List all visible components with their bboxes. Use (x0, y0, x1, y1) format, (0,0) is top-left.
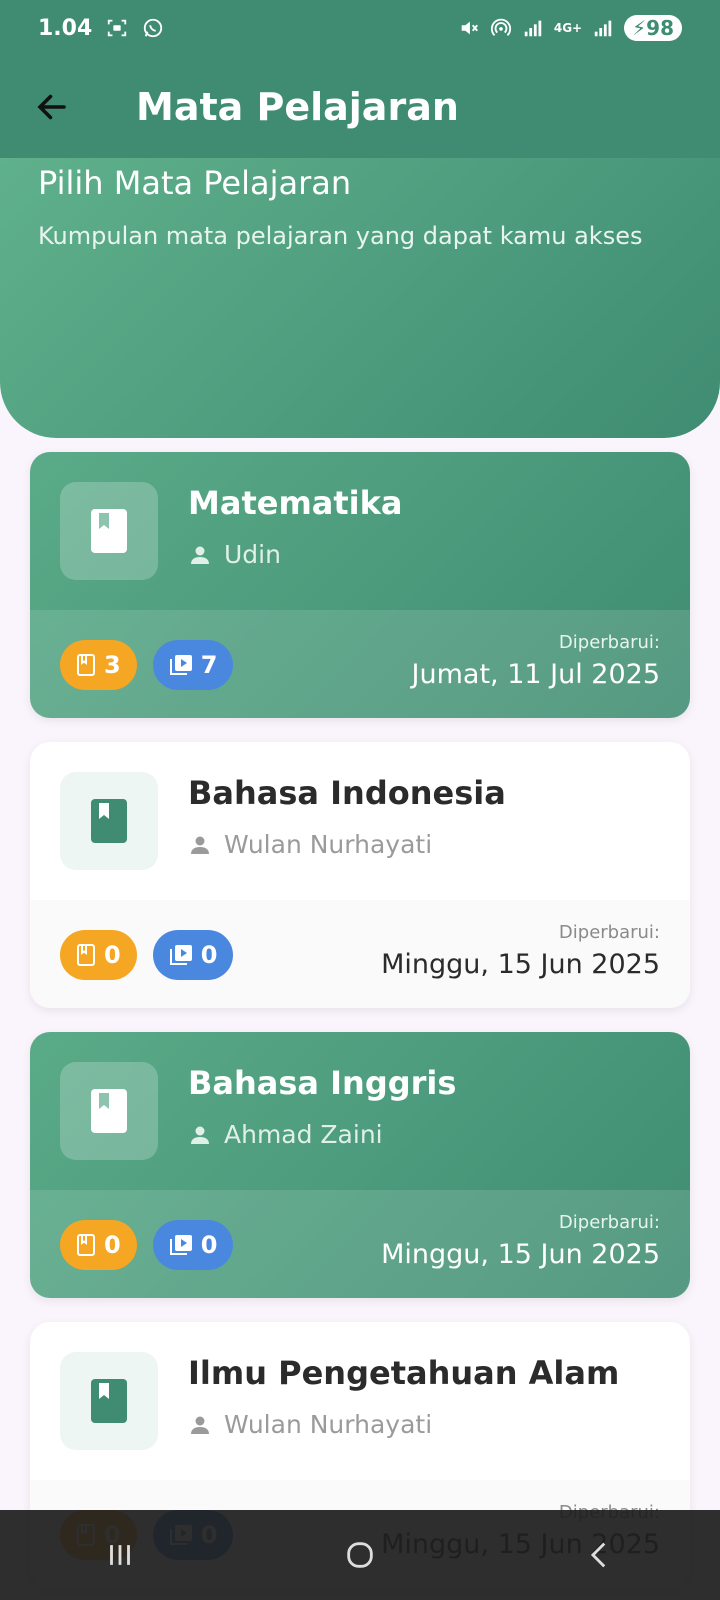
subject-name: Matematika (188, 484, 403, 522)
video-library-icon (169, 945, 192, 965)
screenshot-icon (108, 19, 127, 37)
updated-date: Jumat, 11 Jul 2025 (411, 659, 660, 690)
materials-count-badge: 3 (60, 640, 137, 690)
home-icon (347, 1542, 373, 1568)
status-bar: 1.04 4G+ ⚡98 (0, 0, 720, 56)
app-bar: Mata Pelajaran (0, 56, 720, 158)
recent-apps-icon (110, 1545, 130, 1565)
battery-indicator: ⚡98 (624, 15, 682, 41)
subject-card-footer: 3 7 Diperbarui: Jumat, 11 Jul 2025 (30, 610, 690, 718)
videos-count-badge: 7 (152, 640, 234, 690)
signal-icon-2 (594, 20, 612, 37)
videos-count: 0 (200, 1231, 218, 1259)
subject-name: Bahasa Inggris (188, 1064, 457, 1102)
subject-icon-box (60, 482, 158, 580)
materials-count: 0 (104, 941, 121, 969)
person-icon (191, 1126, 209, 1144)
teacher-row: Udin (188, 540, 281, 569)
subject-name: Ilmu Pengetahuan Alam (188, 1354, 620, 1392)
subject-card-header: Ilmu Pengetahuan Alam Wulan Nurhayati (30, 1322, 690, 1480)
bookmark-icon (77, 944, 95, 966)
teacher-row: Wulan Nurhayati (188, 1410, 432, 1439)
videos-count-badge: 0 (152, 1220, 234, 1270)
book-icon (91, 1379, 127, 1423)
subject-card-header: Bahasa Indonesia Wulan Nurhayati (30, 742, 690, 900)
materials-count: 3 (104, 651, 121, 679)
subject-card[interactable]: Bahasa Indonesia Wulan Nurhayati 0 0 Dip… (30, 742, 690, 1008)
materials-count-badge: 0 (60, 930, 137, 980)
teacher-name: Ahmad Zaini (224, 1120, 383, 1149)
teacher-row: Wulan Nurhayati (188, 830, 432, 859)
subject-icon-box (60, 772, 158, 870)
bookmark-icon (77, 1234, 95, 1256)
video-library-icon (169, 655, 192, 675)
materials-count-badge: 0 (60, 1220, 137, 1270)
hero-subtitle: Kumpulan mata pelajaran yang dapat kamu … (38, 222, 643, 250)
home-button[interactable] (320, 1525, 400, 1585)
page-title: Mata Pelajaran (136, 85, 459, 129)
person-icon (191, 546, 209, 564)
teacher-name: Wulan Nurhayati (224, 1410, 433, 1439)
person-icon (191, 836, 209, 854)
book-icon (91, 799, 127, 843)
subject-card-footer: 0 0 Diperbarui: Minggu, 15 Jun 2025 (30, 1190, 690, 1298)
subject-icon-box (60, 1062, 158, 1160)
book-icon (91, 509, 127, 553)
chevron-left-icon (590, 1542, 606, 1568)
battery-level: 98 (646, 16, 674, 40)
updated-info: Diperbarui: Minggu, 15 Jun 2025 (381, 922, 660, 980)
hotspot-icon (490, 18, 511, 36)
mute-icon (461, 21, 478, 35)
materials-count: 0 (104, 1231, 121, 1259)
subject-card[interactable]: Bahasa Inggris Ahmad Zaini 0 0 Diperbaru… (30, 1032, 690, 1298)
teacher-row: Ahmad Zaini (188, 1120, 383, 1149)
signal-icon (524, 20, 542, 37)
person-icon (191, 1416, 209, 1434)
updated-label: Diperbarui: (558, 632, 660, 653)
bookmark-icon (77, 654, 95, 676)
videos-count: 7 (200, 651, 218, 679)
recent-apps-button[interactable] (80, 1525, 160, 1585)
updated-info: Diperbarui: Minggu, 15 Jun 2025 (381, 1212, 660, 1270)
subject-card-footer: 0 0 Diperbarui: Minggu, 15 Jun 2025 (30, 900, 690, 1008)
updated-date: Minggu, 15 Jun 2025 (381, 1239, 660, 1270)
teacher-name: Udin (224, 540, 281, 569)
arrow-left-icon (37, 94, 66, 120)
videos-count: 0 (200, 941, 218, 969)
book-icon (91, 1089, 127, 1133)
videos-count-badge: 0 (152, 930, 234, 980)
subject-card-header: Matematika Udin (30, 452, 690, 610)
video-library-icon (169, 1235, 192, 1255)
system-back-button[interactable] (560, 1525, 640, 1585)
updated-info: Diperbarui: Jumat, 11 Jul 2025 (412, 632, 660, 690)
subject-name: Bahasa Indonesia (188, 774, 506, 812)
hero-header: Pilih Mata Pelajaran Kumpulan mata pelaj… (0, 158, 720, 438)
updated-label: Diperbarui: (558, 1212, 660, 1233)
subject-card-header: Bahasa Inggris Ahmad Zaini (30, 1032, 690, 1190)
subject-card[interactable]: Matematika Udin 3 7 Diperbarui: Jumat, 1… (30, 452, 690, 718)
updated-label: Diperbarui: (558, 922, 660, 943)
whatsapp-icon (144, 18, 163, 38)
status-time: 1.04 (38, 15, 93, 41)
updated-date: Minggu, 15 Jun 2025 (381, 949, 660, 980)
system-nav-bar (0, 1510, 720, 1600)
network-type: 4G+ (553, 21, 583, 35)
back-button[interactable] (20, 75, 84, 139)
hero-title: Pilih Mata Pelajaran (38, 164, 352, 202)
teacher-name: Wulan Nurhayati (224, 830, 433, 859)
subject-icon-box (60, 1352, 158, 1450)
